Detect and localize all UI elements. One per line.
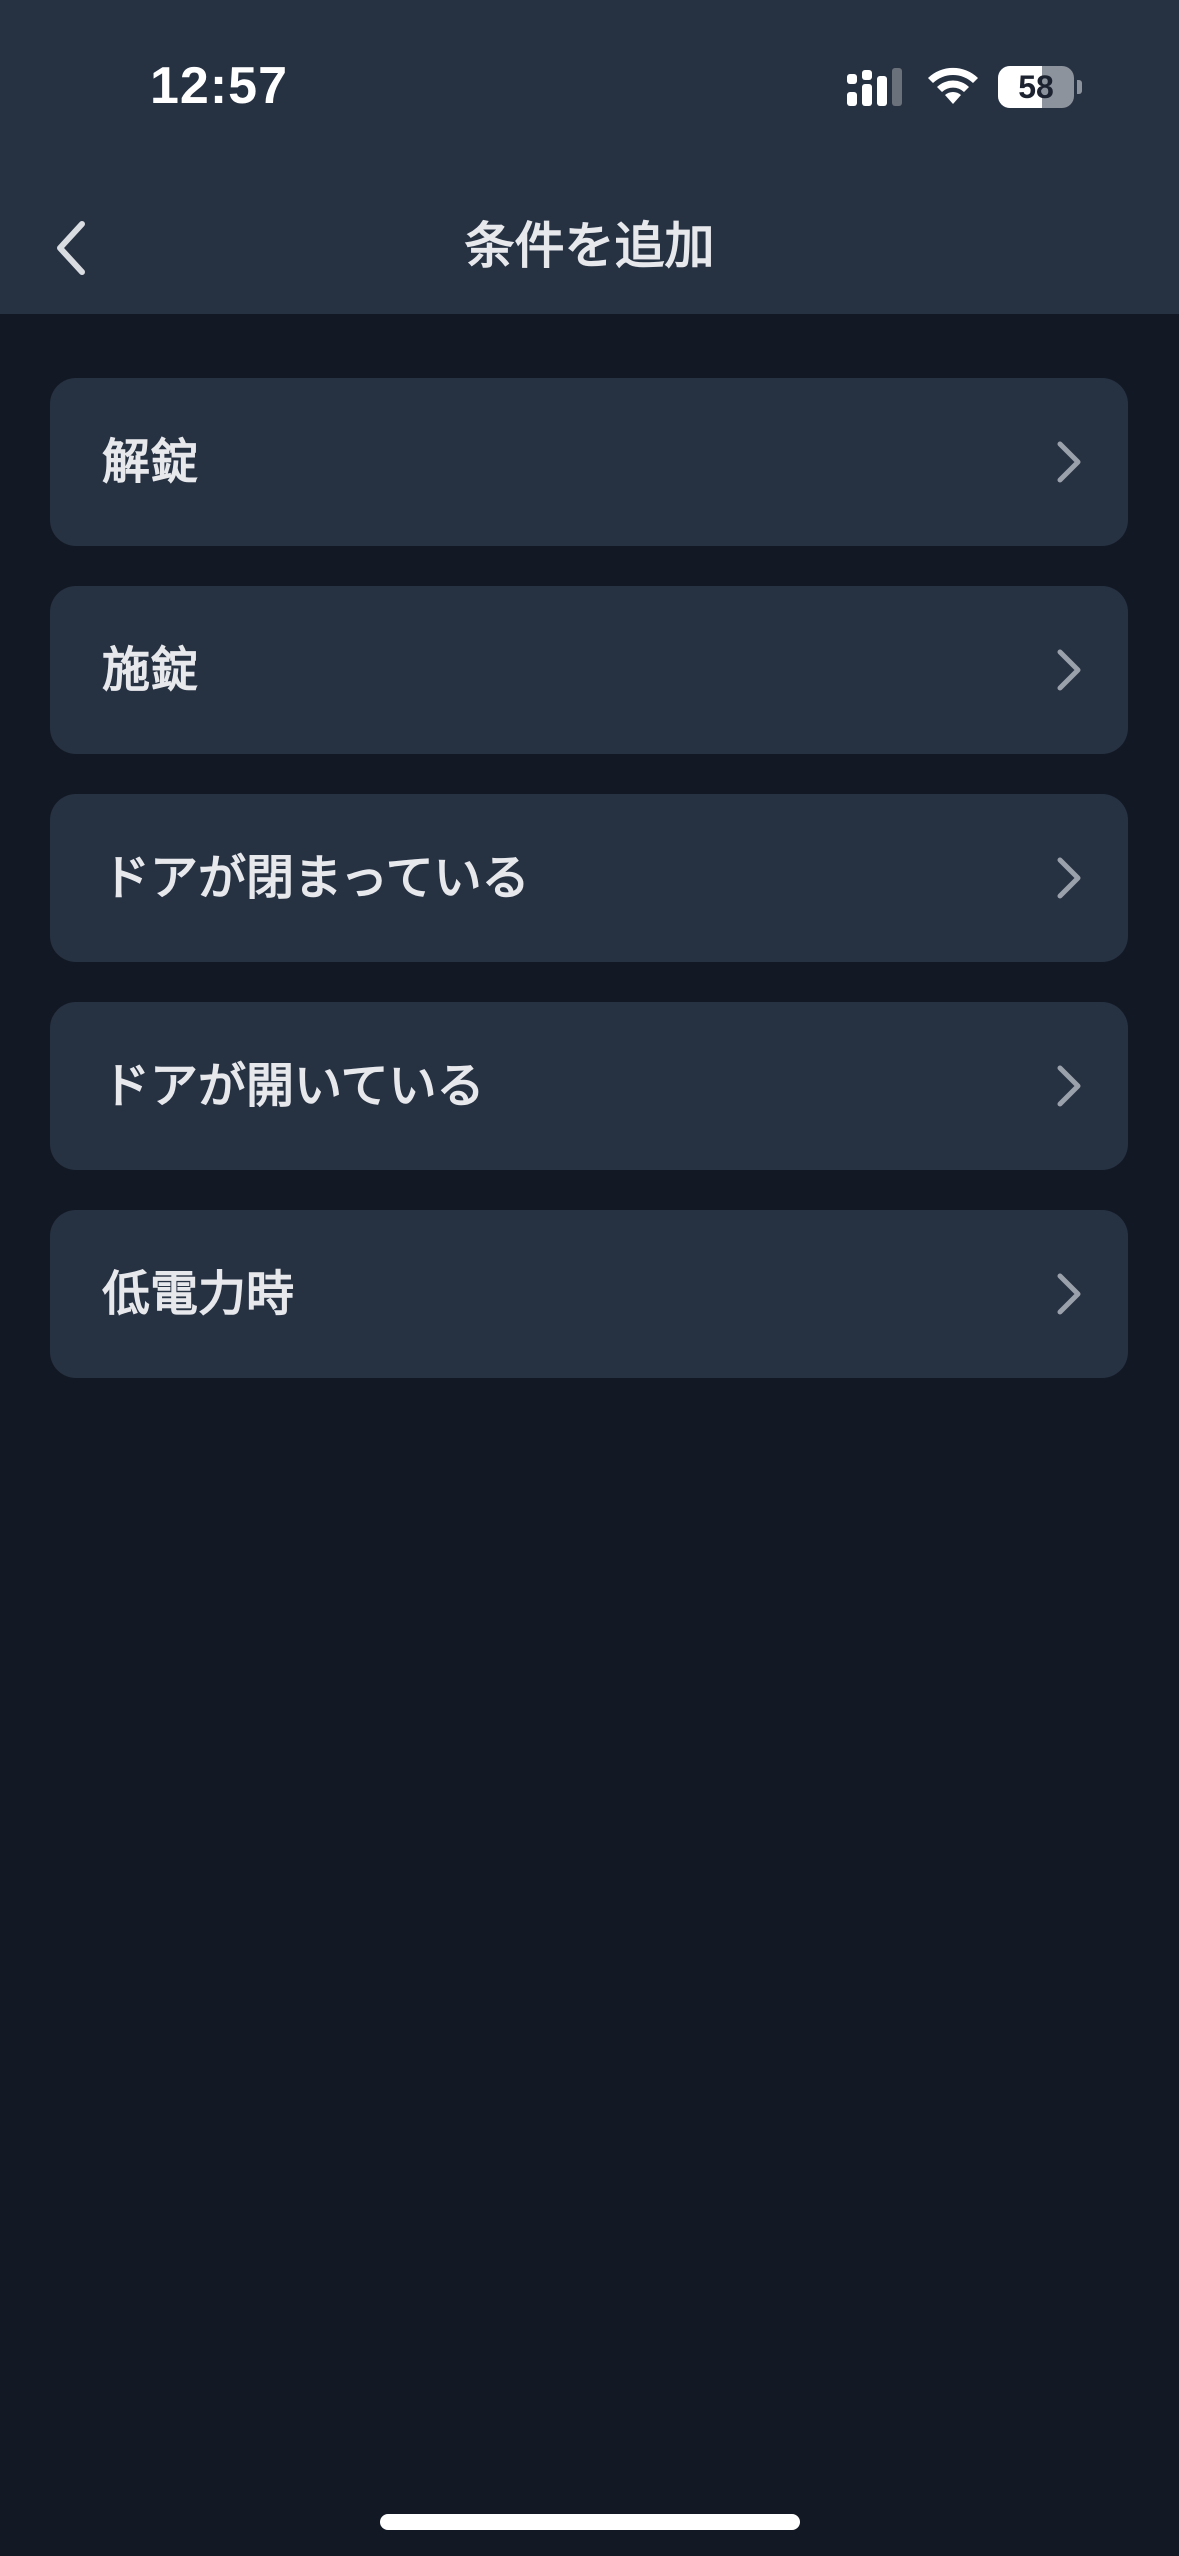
page-title: 条件を追加 — [464, 217, 715, 275]
condition-list: 解錠 施錠 ドアが閉まっている ドアが開いている 低電力時 — [50, 378, 1128, 1418]
battery-cap — [1077, 80, 1082, 94]
condition-row-unlock[interactable]: 解錠 — [50, 378, 1128, 546]
condition-label: 解錠 — [102, 434, 199, 490]
condition-label: ドアが閉まっている — [102, 850, 530, 906]
screen: 12:57 58 条件を追加 解錠 施錠 ドアが閉まっている ドアが開いている … — [0, 0, 1179, 2556]
condition-row-low-power[interactable]: 低電力時 — [50, 1210, 1128, 1378]
condition-row-lock[interactable]: 施錠 — [50, 586, 1128, 754]
chevron-right-icon — [1057, 857, 1081, 899]
status-time: 12:57 — [150, 57, 288, 115]
chevron-right-icon — [1057, 1065, 1081, 1107]
chevron-right-icon — [1057, 649, 1081, 691]
chevron-right-icon — [1057, 441, 1081, 483]
chevron-right-icon — [1057, 1273, 1081, 1315]
top-bar: 12:57 58 条件を追加 — [0, 0, 1179, 314]
battery-body: 58 — [998, 66, 1074, 108]
battery-level: 58 — [1018, 69, 1054, 105]
condition-label: 低電力時 — [102, 1266, 295, 1322]
battery-icon: 58 — [998, 66, 1082, 108]
home-indicator[interactable] — [380, 2514, 800, 2530]
cellular-signal-icon — [847, 68, 902, 106]
condition-label: ドアが開いている — [102, 1058, 485, 1114]
wifi-icon — [928, 67, 978, 104]
condition-label: 施錠 — [102, 642, 199, 698]
condition-row-door-closed[interactable]: ドアが閉まっている — [50, 794, 1128, 962]
condition-row-door-open[interactable]: ドアが開いている — [50, 1002, 1128, 1170]
